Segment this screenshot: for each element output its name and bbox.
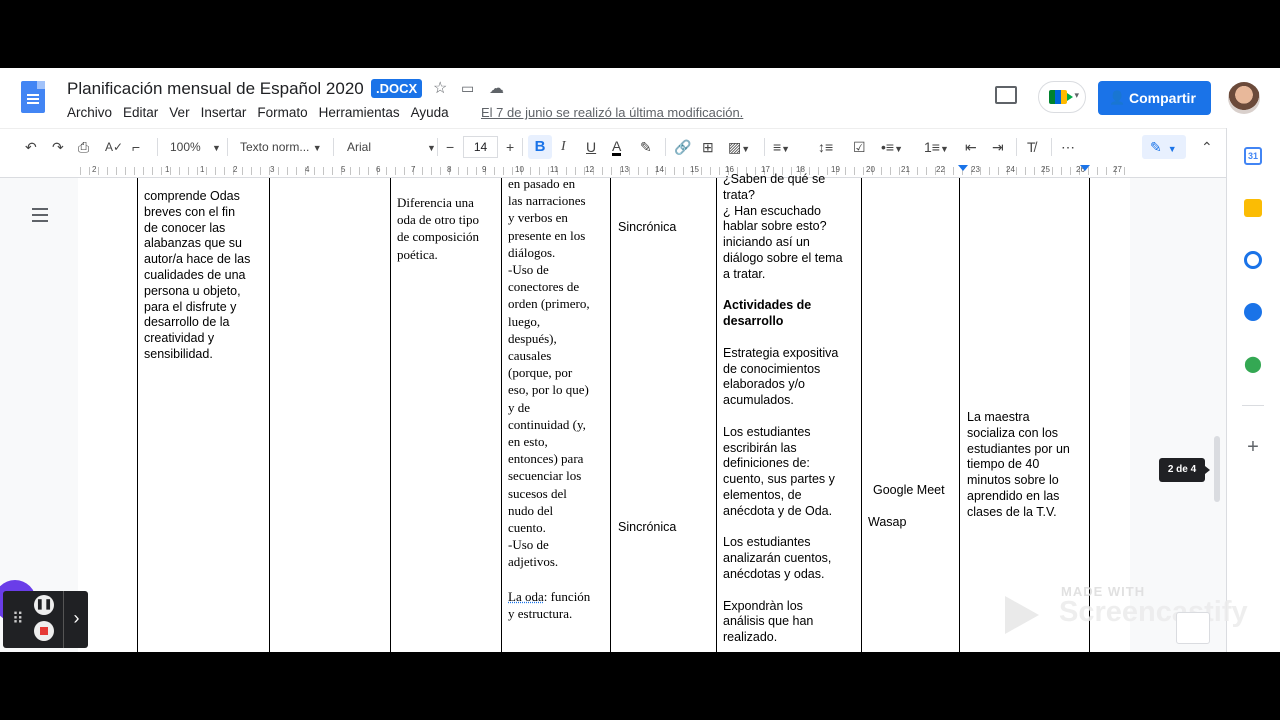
- align-icon[interactable]: ≡▼: [773, 139, 790, 157]
- docs-logo-icon[interactable]: [21, 81, 45, 113]
- menu-insertar[interactable]: Insertar: [201, 105, 247, 120]
- font-size-input[interactable]: 14: [463, 136, 498, 158]
- table-cell-objective: comprende Odas breves con el fin de conoce…: [144, 189, 251, 361]
- toolbar: ↶ ↷ ⎙ A✓ ⌐ 100% ▼ Texto norm... ▼ Arial ▼…: [0, 128, 1226, 166]
- share-label: Compartir: [1129, 90, 1196, 106]
- stop-icon[interactable]: [34, 621, 54, 641]
- zoom-select[interactable]: 100% ▼: [170, 140, 221, 154]
- menu-ver[interactable]: Ver: [169, 105, 189, 120]
- menu-formato[interactable]: Formato: [257, 105, 307, 120]
- table-cell-resource-wasap: Wasap: [868, 515, 907, 529]
- avatar[interactable]: [1228, 82, 1260, 114]
- italic-button[interactable]: I: [561, 139, 566, 155]
- paint-format-icon[interactable]: ⌐: [132, 139, 140, 155]
- document-outline-icon[interactable]: [32, 208, 48, 222]
- document-canvas: comprende Odas breves con el fin de conoce…: [0, 172, 1226, 652]
- comment-history-icon[interactable]: [995, 86, 1017, 104]
- indent-marker-left[interactable]: [958, 165, 968, 171]
- last-edit-link[interactable]: El 7 de junio se realizó la última modif…: [481, 105, 743, 120]
- link-icon[interactable]: 🔗: [674, 139, 691, 155]
- menu-bar: Archivo Editar Ver Insertar Formato Herramien…: [67, 105, 460, 120]
- spellcheck-icon[interactable]: A✓: [105, 139, 123, 155]
- table-cell-contents: en pasado en las narraciones y verbos en pr…: [508, 176, 591, 622]
- editing-mode-button[interactable]: ✎ ▼: [1142, 135, 1186, 159]
- numbered-list-icon[interactable]: 1≡▼: [924, 139, 949, 157]
- table-cell-evaluation: La maestra socializa con los estudiantes p…: [967, 410, 1070, 519]
- undo-icon[interactable]: ↶: [25, 139, 37, 155]
- add-comment-icon[interactable]: ⊞: [702, 139, 714, 155]
- docx-badge: .DOCX: [371, 79, 423, 98]
- more-options-icon[interactable]: ⋯: [1061, 139, 1075, 155]
- expand-chevron-icon[interactable]: ›: [63, 591, 89, 648]
- calendar-icon[interactable]: 31: [1244, 147, 1262, 165]
- table-cell-modality-2: Sincrónica: [618, 520, 677, 534]
- screencastify-watermark: MADE WITH Screencastify: [1005, 582, 1275, 642]
- highlight-icon[interactable]: ✎: [640, 139, 652, 155]
- share-button[interactable]: 👤 Compartir: [1098, 81, 1211, 115]
- star-icon[interactable]: ☆: [433, 78, 447, 98]
- recorder-controls: ⠿ ❚❚ ›: [3, 591, 88, 648]
- side-panel: 31 ⬤ +: [1226, 128, 1280, 652]
- drag-handle-icon[interactable]: ⠿: [12, 609, 24, 629]
- menu-ayuda[interactable]: Ayuda: [411, 105, 449, 120]
- checklist-icon[interactable]: ☑: [853, 139, 866, 155]
- page-indicator: 2 de 4: [1159, 458, 1210, 482]
- pause-icon[interactable]: ❚❚: [34, 595, 54, 615]
- menu-herramientas[interactable]: Herramientas: [319, 105, 400, 120]
- document-page[interactable]: comprende Odas breves con el fin de conoce…: [78, 172, 1130, 652]
- chevron-down-icon: ▾: [1074, 90, 1079, 100]
- table-cell-resource-meet: Google Meet: [873, 483, 945, 497]
- table-cell-indicator: Diferencia una oda de otro tipo de composi…: [397, 195, 479, 262]
- title-bar: Planificación mensual de Español 2020 .D…: [0, 68, 1280, 128]
- move-folder-icon[interactable]: ▭: [461, 80, 474, 97]
- decrease-indent-icon[interactable]: ⇤: [965, 139, 977, 155]
- decrease-font-size-button[interactable]: −: [446, 139, 454, 155]
- meet-icon: [1049, 90, 1073, 104]
- table-cell-activities: ¿Saben de qué se trata? ¿ Han escuchado hab…: [723, 172, 843, 645]
- text-color-button[interactable]: A: [612, 139, 622, 156]
- indent-marker-right[interactable]: [1080, 165, 1090, 171]
- table-cell-modality-1: Sincrónica: [618, 220, 677, 234]
- line-spacing-icon[interactable]: ↕≡: [818, 139, 833, 155]
- google-docs-window: Planificación mensual de Español 2020 .D…: [0, 68, 1280, 652]
- document-title[interactable]: Planificación mensual de Español 2020: [67, 79, 364, 99]
- tasks-icon[interactable]: [1244, 251, 1262, 269]
- font-select[interactable]: Arial ▼: [347, 140, 436, 154]
- insert-image-icon[interactable]: ▨▼: [728, 139, 750, 157]
- explore-icon[interactable]: [1176, 612, 1210, 644]
- collapse-menus-icon[interactable]: ⌃: [1201, 139, 1213, 155]
- increase-indent-icon[interactable]: ⇥: [992, 139, 1004, 155]
- redo-icon[interactable]: ↷: [52, 139, 64, 155]
- underline-button[interactable]: U: [586, 139, 596, 155]
- contacts-icon[interactable]: [1244, 303, 1262, 321]
- increase-font-size-button[interactable]: +: [506, 139, 514, 155]
- clear-formatting-icon[interactable]: T̸: [1027, 139, 1036, 155]
- menu-archivo[interactable]: Archivo: [67, 105, 112, 120]
- vertical-scrollbar[interactable]: [1214, 436, 1220, 502]
- cloud-status-icon[interactable]: ☁: [489, 79, 504, 97]
- person-add-icon: 👤: [1109, 90, 1126, 105]
- add-addon-icon[interactable]: +: [1244, 437, 1262, 457]
- meet-button[interactable]: ▾: [1038, 81, 1086, 113]
- bulleted-list-icon[interactable]: •≡▼: [881, 139, 903, 157]
- bold-button[interactable]: B: [528, 135, 552, 159]
- screencastify-logo-icon: [1005, 596, 1039, 634]
- maps-icon[interactable]: ⬤: [1244, 356, 1262, 374]
- horizontal-ruler[interactable]: 2 1 1 2 3 4 5 6 7 8 9 10 11 12 13 14 15 …: [0, 165, 1226, 178]
- menu-editar[interactable]: Editar: [123, 105, 158, 120]
- style-select[interactable]: Texto norm... ▼: [240, 140, 322, 154]
- keep-icon[interactable]: [1244, 199, 1262, 217]
- print-icon[interactable]: ⎙: [78, 139, 89, 155]
